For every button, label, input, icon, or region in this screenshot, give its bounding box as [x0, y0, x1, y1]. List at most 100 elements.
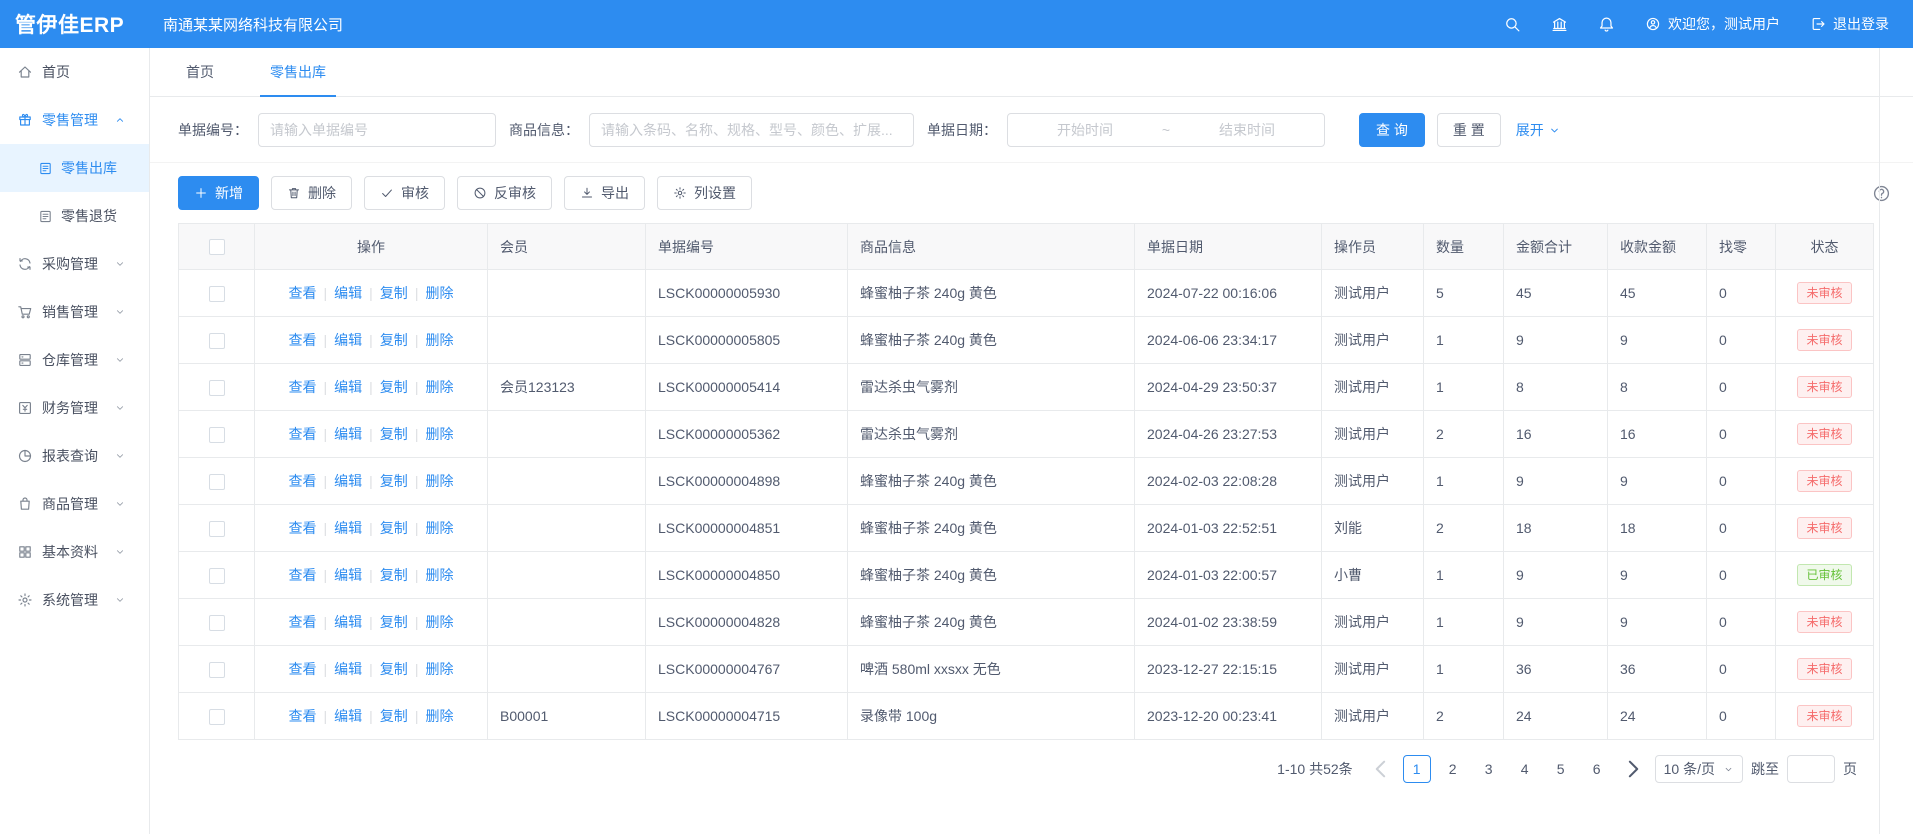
action-copy-link[interactable]: 复制: [380, 520, 408, 536]
sidebar-item-sales[interactable]: 销售管理: [0, 288, 149, 336]
sidebar-item-purchase[interactable]: 采购管理: [0, 240, 149, 288]
tab-label: 零售出库: [270, 62, 326, 82]
row-checkbox[interactable]: [209, 427, 225, 443]
action-view-link[interactable]: 查看: [289, 379, 317, 395]
action-edit-link[interactable]: 编辑: [334, 614, 362, 630]
action-edit-link[interactable]: 编辑: [334, 473, 362, 489]
bell-icon[interactable]: [1598, 16, 1615, 33]
pagination-page-2[interactable]: 2: [1439, 755, 1467, 783]
action-edit-link[interactable]: 编辑: [334, 567, 362, 583]
action-view-link[interactable]: 查看: [289, 567, 317, 583]
action-copy-link[interactable]: 复制: [380, 426, 408, 442]
pagination-page-5[interactable]: 5: [1547, 755, 1575, 783]
action-view-link[interactable]: 查看: [289, 520, 317, 536]
welcome-user[interactable]: 欢迎您，测试用户: [1645, 14, 1780, 34]
bank-icon[interactable]: [1551, 16, 1568, 33]
add-button[interactable]: 新增: [178, 176, 259, 210]
pagination-page-3[interactable]: 3: [1475, 755, 1503, 783]
row-checkbox[interactable]: [209, 662, 225, 678]
pagination-prev[interactable]: [1367, 755, 1395, 783]
action-separator: |: [324, 708, 328, 724]
action-delete-link[interactable]: 删除: [425, 567, 453, 583]
action-copy-link[interactable]: 复制: [380, 332, 408, 348]
tab-home[interactable]: 首页: [176, 48, 224, 96]
search-button[interactable]: 查 询: [1359, 113, 1425, 147]
gear-icon: [17, 592, 33, 608]
action-edit-link[interactable]: 编辑: [334, 708, 362, 724]
action-copy-link[interactable]: 复制: [380, 614, 408, 630]
row-checkbox[interactable]: [209, 709, 225, 725]
sidebar-item-basic[interactable]: 基本资料: [0, 528, 149, 576]
pagination-page-4[interactable]: 4: [1511, 755, 1539, 783]
row-checkbox[interactable]: [209, 615, 225, 631]
row-checkbox[interactable]: [209, 521, 225, 537]
action-view-link[interactable]: 查看: [289, 661, 317, 677]
action-view-link[interactable]: 查看: [289, 426, 317, 442]
delete-button[interactable]: 删除: [271, 176, 352, 210]
expand-link[interactable]: 展开: [1516, 120, 1561, 140]
action-delete-link[interactable]: 删除: [425, 520, 453, 536]
sidebar-subitem-retail-return[interactable]: 零售退货: [0, 192, 149, 240]
reset-button[interactable]: 重 置: [1437, 113, 1501, 147]
action-view-link[interactable]: 查看: [289, 473, 317, 489]
logout-button[interactable]: 退出登录: [1810, 14, 1889, 34]
sidebar-item-finance[interactable]: 财务管理: [0, 384, 149, 432]
sidebar-item-home[interactable]: 首页: [0, 48, 149, 96]
jump-page-input[interactable]: [1787, 755, 1835, 783]
sidebar-item-warehouse[interactable]: 仓库管理: [0, 336, 149, 384]
pagination-next[interactable]: [1619, 755, 1647, 783]
sidebar-item-retail[interactable]: 零售管理: [0, 96, 149, 144]
action-delete-link[interactable]: 删除: [425, 379, 453, 395]
row-checkbox[interactable]: [209, 568, 225, 584]
row-checkbox[interactable]: [209, 286, 225, 302]
pagination-page-6[interactable]: 6: [1583, 755, 1611, 783]
welcome-text: 欢迎您，测试用户: [1668, 14, 1780, 34]
action-edit-link[interactable]: 编辑: [334, 285, 362, 301]
action-view-link[interactable]: 查看: [289, 614, 317, 630]
action-copy-link[interactable]: 复制: [380, 285, 408, 301]
columns-button[interactable]: 列设置: [657, 176, 752, 210]
action-edit-link[interactable]: 编辑: [334, 426, 362, 442]
action-separator: |: [369, 661, 373, 677]
product-info-input[interactable]: [589, 113, 914, 147]
row-checkbox[interactable]: [209, 380, 225, 396]
bill-no-input[interactable]: [258, 113, 496, 147]
action-delete-link[interactable]: 删除: [425, 661, 453, 677]
tab-retail-out[interactable]: 零售出库: [260, 48, 336, 96]
unaudit-button[interactable]: 反审核: [457, 176, 552, 210]
row-checkbox[interactable]: [209, 474, 225, 490]
row-checkbox[interactable]: [209, 333, 225, 349]
page-size-select[interactable]: 10 条/页: [1655, 755, 1743, 783]
row-checkbox-cell: [179, 646, 255, 693]
action-view-link[interactable]: 查看: [289, 285, 317, 301]
action-copy-link[interactable]: 复制: [380, 661, 408, 677]
export-button[interactable]: 导出: [564, 176, 645, 210]
action-edit-link[interactable]: 编辑: [334, 332, 362, 348]
pagination-page-1[interactable]: 1: [1403, 755, 1431, 783]
action-delete-link[interactable]: 删除: [425, 285, 453, 301]
action-copy-link[interactable]: 复制: [380, 708, 408, 724]
question-circle-icon[interactable]: [1872, 184, 1891, 203]
action-delete-link[interactable]: 删除: [425, 473, 453, 489]
sidebar-item-goods[interactable]: 商品管理: [0, 480, 149, 528]
sidebar-item-system[interactable]: 系统管理: [0, 576, 149, 624]
date-range-picker[interactable]: 开始时间 ~ 结束时间: [1007, 113, 1325, 147]
action-delete-link[interactable]: 删除: [425, 332, 453, 348]
audit-button[interactable]: 审核: [364, 176, 445, 210]
action-delete-link[interactable]: 删除: [425, 708, 453, 724]
bill-no-cell: LSCK00000005414: [646, 364, 848, 411]
sidebar-subitem-retail-out[interactable]: 零售出库: [0, 144, 149, 192]
select-all-checkbox[interactable]: [209, 239, 225, 255]
action-delete-link[interactable]: 删除: [425, 426, 453, 442]
action-edit-link[interactable]: 编辑: [334, 661, 362, 677]
action-copy-link[interactable]: 复制: [380, 567, 408, 583]
action-copy-link[interactable]: 复制: [380, 473, 408, 489]
sidebar-item-report[interactable]: 报表查询: [0, 432, 149, 480]
action-copy-link[interactable]: 复制: [380, 379, 408, 395]
action-view-link[interactable]: 查看: [289, 332, 317, 348]
action-view-link[interactable]: 查看: [289, 708, 317, 724]
action-edit-link[interactable]: 编辑: [334, 520, 362, 536]
action-edit-link[interactable]: 编辑: [334, 379, 362, 395]
action-delete-link[interactable]: 删除: [425, 614, 453, 630]
search-icon[interactable]: [1504, 16, 1521, 33]
